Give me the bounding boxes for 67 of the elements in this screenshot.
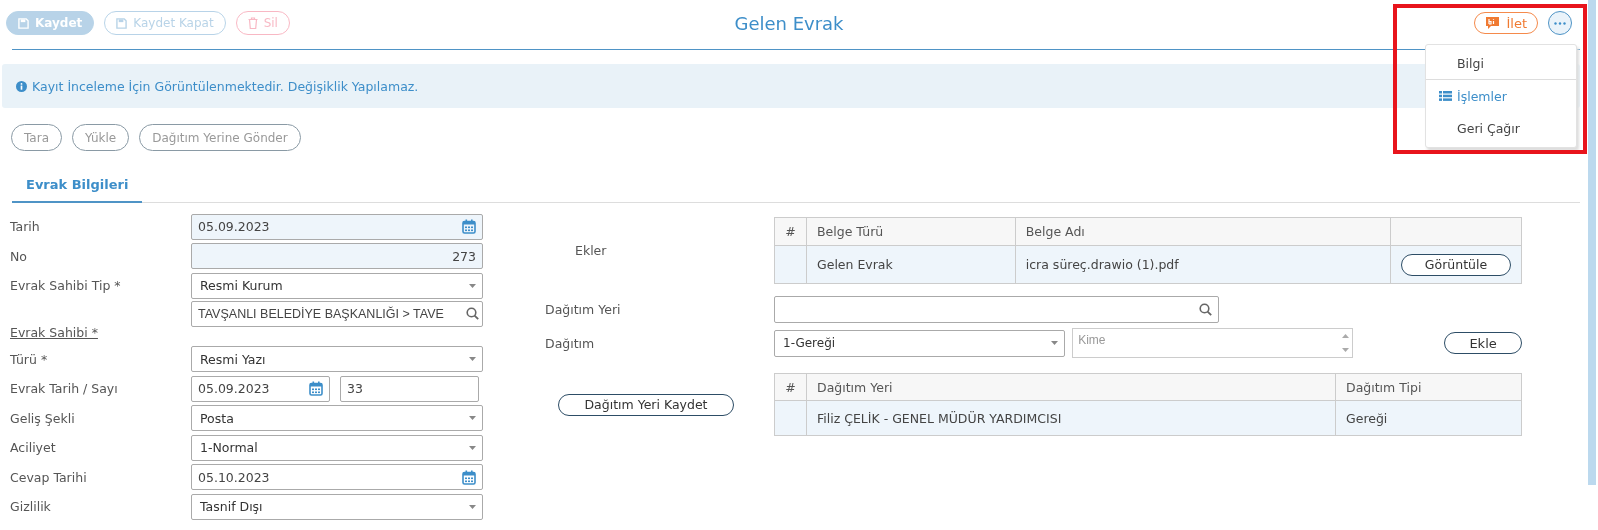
menu-item[interactable]: İşlemler [1426, 80, 1576, 112]
caret-down-icon [469, 504, 476, 509]
select-field[interactable]: Tasnif Dışı [191, 493, 483, 520]
select-field[interactable]: Resmi Yazı [191, 346, 483, 373]
date-field[interactable]: 05.10.2023 [191, 464, 483, 491]
save-distribution-button[interactable]: Dağıtım Yeri Kaydet [558, 393, 734, 416]
select-field[interactable]: 1-Normal [191, 434, 483, 461]
field-label: Dağıtım Yeri [544, 302, 622, 317]
date-field[interactable]: 05.09.2023 [191, 375, 330, 402]
field-label: Dağıtım [544, 335, 596, 351]
save-icon [18, 17, 29, 29]
column-header: Belge Adı [1015, 217, 1391, 246]
field-label: Evrak Sahibi Tip * [10, 278, 122, 294]
info-icon [16, 80, 27, 92]
field-label: Ekler [574, 243, 608, 258]
caret-down-icon [469, 445, 476, 450]
field-label: Geliş Şekli [10, 410, 76, 426]
lookup-field[interactable]: TAVŞANLI BELEDİYE BAŞKANLIĞI > TAVE [191, 300, 483, 327]
caret-down-icon [469, 283, 476, 288]
date-field[interactable]: 05.09.2023 [191, 213, 483, 240]
select-field[interactable]: Resmi Kurum [191, 272, 483, 299]
search-icon [1199, 303, 1212, 316]
field-label: Aciliyet [10, 440, 57, 456]
field-label: Cevap Tarihi [10, 469, 88, 485]
table-cell: Gelen Evrak [806, 245, 1016, 284]
field-label: No [10, 248, 28, 264]
table-cell: icra süreç.drawio (1).pdf [1015, 245, 1391, 284]
recipient-field[interactable]: Kime [1072, 328, 1354, 358]
search-field[interactable] [774, 296, 1219, 323]
search-icon [466, 307, 479, 320]
caret-down-icon [469, 357, 476, 362]
column-header: Belge Türü [806, 217, 1016, 246]
column-header: # [774, 217, 807, 246]
column-header: # [774, 373, 807, 401]
caret-down-icon [1051, 341, 1059, 345]
calendar-icon [462, 469, 476, 485]
field-label: Tarih [10, 219, 41, 235]
info-message: Kayıt İnceleme İçin Görüntülenmektedir. Değişiklik Yapılamaz. [32, 78, 419, 94]
calendar-icon [462, 219, 476, 235]
scrollbar[interactable] [1588, 0, 1596, 485]
chat-bubble-icon [1485, 16, 1501, 30]
add-button[interactable]: Ekle [1444, 332, 1522, 354]
table-cell: Gereği [1335, 400, 1522, 436]
caret-down-icon [469, 416, 476, 421]
trash-icon [247, 17, 258, 29]
page-title: Gelen Evrak [734, 12, 844, 34]
view-button[interactable]: Görüntüle [1401, 253, 1511, 276]
save-icon [116, 17, 128, 29]
number-field[interactable]: 273 [191, 243, 483, 270]
field-label: Evrak Tarih / Sayı [10, 381, 119, 397]
menu-item[interactable]: Bilgi [1426, 48, 1576, 80]
calendar-icon [309, 381, 323, 397]
number-field[interactable]: 33 [340, 375, 479, 402]
spinner-arrows-icon [1342, 333, 1350, 353]
menu-item[interactable]: Geri Çağır [1426, 112, 1576, 144]
field-label[interactable]: Evrak Sahibi * [10, 324, 191, 340]
tab[interactable]: Evrak Bilgileri [12, 167, 143, 203]
ellipsis-icon [1554, 21, 1566, 25]
column-header: Dağıtım Tipi [1335, 373, 1522, 401]
table-cell: Filiz ÇELİK - GENEL MÜDÜR YARDIMCISI [806, 400, 1336, 436]
select-field[interactable]: 1-Gereği [774, 329, 1066, 357]
field-label: Gizlilik [10, 499, 52, 515]
select-field[interactable]: Posta [191, 405, 483, 432]
field-label: Türü * [10, 351, 49, 367]
list-icon [1439, 91, 1452, 101]
more-button[interactable] [1548, 11, 1572, 35]
column-header: Dağıtım Yeri [806, 373, 1336, 401]
